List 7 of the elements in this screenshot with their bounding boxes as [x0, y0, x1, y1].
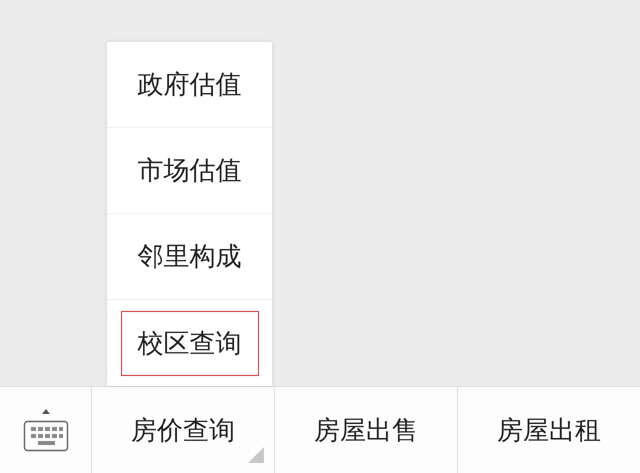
menu-tab[interactable]: 房屋出售 — [275, 387, 458, 473]
menu-tab[interactable]: 房价查询 — [92, 387, 275, 473]
menu-item[interactable]: 市场估值 — [120, 138, 258, 203]
menu-tab[interactable]: 房屋出租 — [458, 387, 640, 473]
menu-item[interactable]: 政府估值 — [120, 52, 258, 117]
menu-item[interactable]: 校区查询 — [120, 310, 258, 376]
menu-item[interactable]: 邻里构成 — [120, 224, 258, 289]
